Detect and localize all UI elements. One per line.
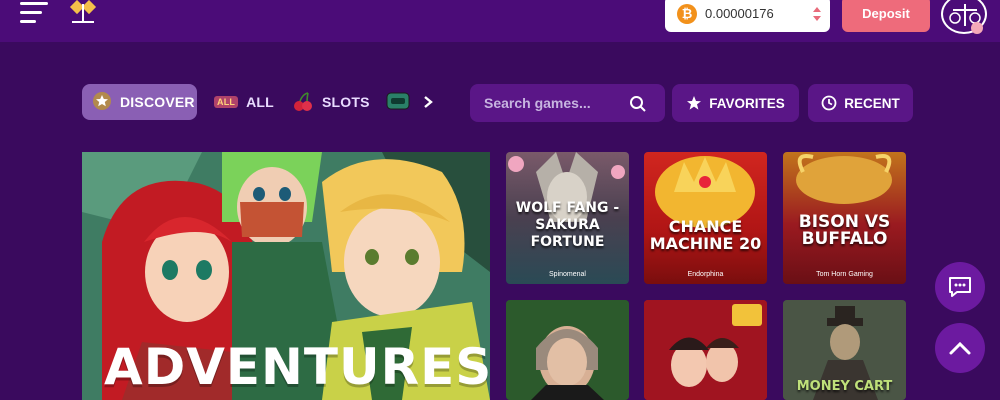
game-tile[interactable] (644, 300, 767, 400)
star-badge-icon (92, 91, 112, 114)
favorites-button[interactable]: FAVORITES (672, 84, 799, 122)
menu-icon[interactable] (20, 2, 50, 28)
game-title: WOLF FANG - SAKURA FORTUNE (515, 200, 620, 250)
couple-artwork (644, 300, 767, 400)
chat-button[interactable] (935, 262, 985, 312)
hero-title: ADVENTURES (104, 338, 490, 396)
recent-label: RECENT (844, 95, 900, 111)
logo-icon[interactable] (66, 0, 100, 24)
cherry-icon (292, 90, 314, 115)
game-thumb-icon (386, 92, 410, 113)
recent-button[interactable]: RECENT (808, 84, 913, 122)
chevron-right-icon (424, 96, 433, 108)
game-tile[interactable]: WOLF FANG - SAKURA FORTUNE Spinomenal (506, 152, 629, 284)
game-provider: Endorphina (687, 271, 724, 278)
game-title: BISON VS BUFFALO (798, 212, 891, 249)
deposit-button[interactable]: Deposit (842, 0, 930, 32)
search-input[interactable] (484, 93, 624, 113)
tab-label: ALL (246, 94, 274, 110)
wallet-amount: 0.00000176 (705, 6, 774, 21)
tab-label: DISCOVER (120, 94, 195, 110)
wallet-balance[interactable]: ₿ 0.00000176 (665, 0, 830, 32)
game-title: CHANCE MACHINE 20 (649, 217, 762, 253)
game-provider: Spinomenal (549, 271, 586, 278)
game-tile[interactable] (506, 300, 629, 400)
game-title: MONEY CART (796, 379, 893, 394)
game-tile[interactable]: CHANCE MACHINE 20 Endorphina (644, 152, 767, 284)
search-icon[interactable] (629, 95, 647, 113)
profile-avatar-icon (949, 4, 983, 34)
tab-more[interactable] (386, 84, 418, 120)
franklin-artwork (506, 300, 629, 400)
tabs-next-arrow[interactable] (422, 84, 434, 120)
top-bar: ₿ 0.00000176 Deposit (0, 0, 1000, 42)
game-tile[interactable]: MONEY CART (783, 300, 906, 400)
game-tile[interactable]: BISON VS BUFFALO Tom Horn Gaming (783, 152, 906, 284)
bitcoin-icon: ₿ (677, 4, 697, 24)
hero-banner[interactable]: ADVENTURES (82, 152, 490, 400)
star-icon (687, 96, 702, 110)
tab-discover[interactable]: DISCOVER (82, 84, 197, 120)
avatar[interactable] (941, 0, 987, 34)
scroll-to-top-button[interactable] (935, 323, 985, 373)
tab-all[interactable]: ALL ALL (214, 84, 274, 120)
chevron-up-icon (949, 341, 971, 355)
all-badge-icon: ALL (214, 96, 239, 108)
chat-icon (949, 277, 971, 297)
clock-icon (821, 95, 837, 111)
currency-toggle-icon[interactable] (812, 4, 822, 24)
game-provider: Tom Horn Gaming (816, 271, 873, 278)
tab-label: SLOTS (322, 94, 370, 110)
search-box[interactable] (470, 84, 665, 122)
favorites-label: FAVORITES (709, 95, 785, 111)
tab-slots[interactable]: SLOTS (292, 84, 370, 120)
